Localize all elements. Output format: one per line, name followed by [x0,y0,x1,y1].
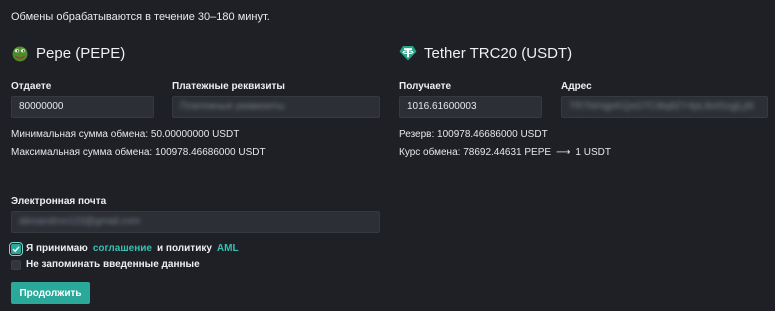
receive-amount-label: Получаете [399,81,452,92]
address-label: Адрес [561,81,592,92]
email-label: Электронная почта [11,196,107,207]
checkmark-icon [12,245,20,252]
max-amount-text: Максимальная сумма обмена: 100978.466860… [11,147,266,158]
exchange-rate: Курс обмена: 78692.44631 PEPE ⟶ 1 USDT [399,147,611,158]
address-input[interactable]: TR7NHqjeKQxGTCi8q8ZY4pL8otSzgjLj6t [561,96,768,118]
give-coin-header: Pepe (PEPE) [11,44,125,62]
requisites-placeholder: Платежные реквизиты [180,101,285,112]
email-value: alexandrov123@gmail.com [19,216,141,227]
processing-notice: Обмены обрабатываются в течение 30–180 м… [11,11,270,23]
email-input[interactable]: alexandrov123@gmail.com [11,211,380,233]
min-amount-text: Минимальная сумма обмена: 50.00000000 US… [11,129,240,140]
give-amount-label: Отдаете [11,81,52,92]
give-amount-input[interactable]: 80000000 [11,96,154,118]
requisites-input[interactable]: Платежные реквизиты [172,96,380,118]
continue-button[interactable]: Продолжить [11,282,90,304]
arrow-right-icon: ⟶ [556,147,571,158]
agreement-link[interactable]: соглашение [93,243,152,254]
aml-policy-link[interactable]: AML [217,243,239,254]
agreement-row: Я принимаю соглашение и политику AML [9,241,239,256]
remember-label: Не запоминать введенные данные [26,259,200,270]
receive-coin-name: Tether TRC20 (USDT) [424,44,573,62]
agreement-middle: и политику [156,243,212,254]
agreement-prefix: Я принимаю [26,243,88,254]
receive-amount-input[interactable]: 1016.61600003 [399,96,542,118]
give-coin-name: Pepe (PEPE) [36,44,126,62]
tether-icon [399,44,417,62]
rate-from: Курс обмена: 78692.44631 PEPE [399,147,552,158]
remember-checkbox[interactable] [11,259,21,270]
receive-coin-header: Tether TRC20 (USDT) [399,44,572,62]
address-value: TR7NHqjeKQxGTCi8q8ZY4pL8otSzgjLj6t [569,101,755,112]
requisites-label: Платежные реквизиты [172,81,285,92]
remember-row: Не запоминать введенные данные [11,259,200,270]
reserve-text: Резерв: 100978.46686000 USDT [399,129,548,140]
agreement-checkbox[interactable] [9,241,23,256]
exchange-form: Обмены обрабатываются в течение 30–180 м… [0,0,775,311]
rate-to: 1 USDT [575,147,611,158]
pepe-frog-icon [11,44,29,62]
